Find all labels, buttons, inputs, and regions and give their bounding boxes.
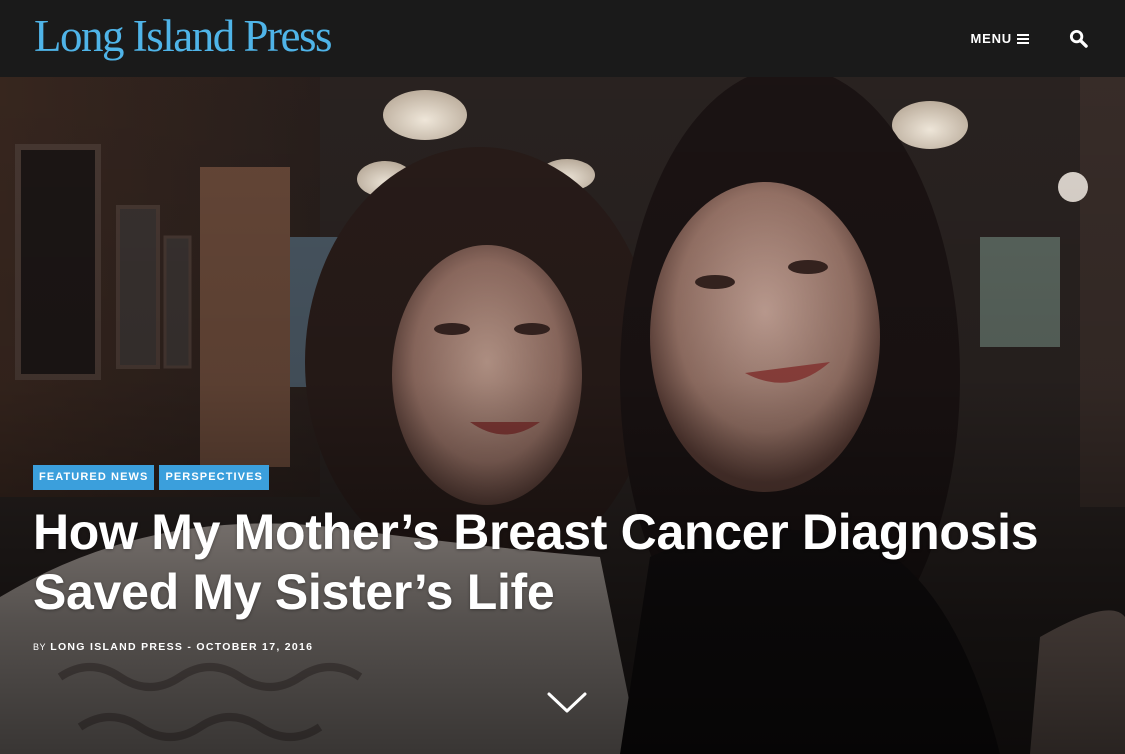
byline-date: OCTOBER 17, 2016 (196, 641, 314, 653)
chevron-down-icon (547, 692, 587, 713)
article-byline: BY LONG ISLAND PRESS - OCTOBER 17, 2016 (33, 641, 313, 653)
hero-section: FEATURED NEWS PERSPECTIVES How My Mother… (0, 77, 1125, 754)
hamburger-icon (1017, 33, 1029, 44)
scroll-down-button[interactable] (546, 690, 588, 716)
article-title: How My Mother’s Breast Cancer Diagnosis … (33, 504, 1039, 620)
byline-author[interactable]: LONG ISLAND PRESS (50, 641, 183, 653)
tag-featured-news[interactable]: FEATURED NEWS (33, 465, 155, 490)
search-button[interactable] (1067, 28, 1089, 50)
category-tags: FEATURED NEWS PERSPECTIVES (33, 465, 269, 490)
search-icon (1069, 29, 1088, 48)
menu-label: MENU (970, 31, 1012, 46)
byline-separator: - (187, 641, 193, 653)
menu-button[interactable]: MENU (971, 31, 1029, 46)
site-logo[interactable]: Long Island Press (34, 14, 332, 59)
site-header: Long Island Press MENU (0, 0, 1125, 77)
byline-by: BY (33, 642, 47, 652)
tag-perspectives[interactable]: PERSPECTIVES (159, 465, 269, 490)
header-actions: MENU (971, 28, 1089, 50)
